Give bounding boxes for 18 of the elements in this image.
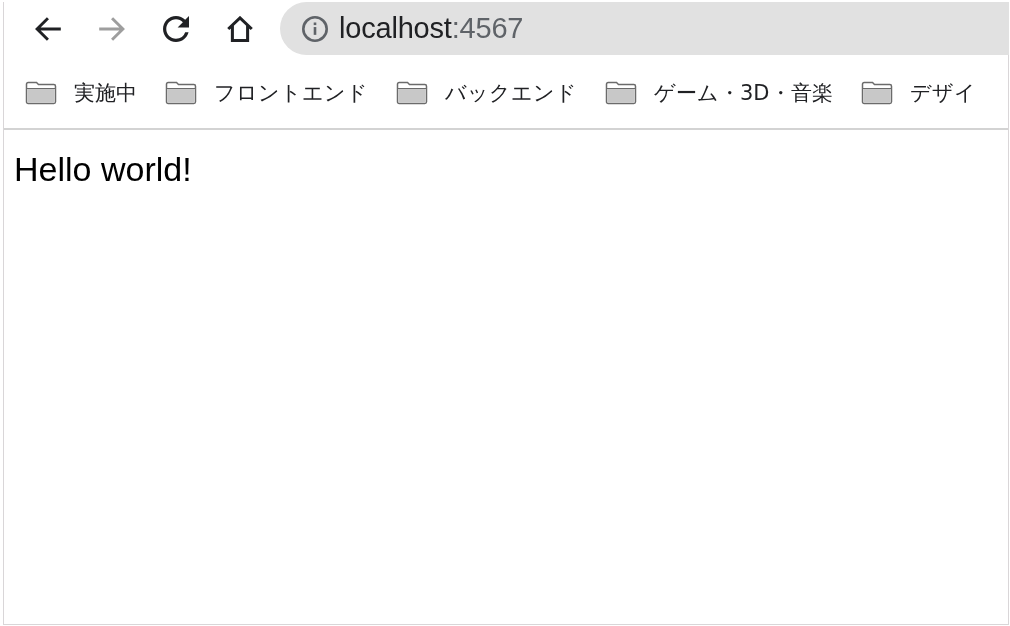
url-text: localhost:4567 xyxy=(339,12,524,45)
arrow-right-icon xyxy=(99,16,125,41)
bookmark-item[interactable]: バックエンド xyxy=(396,78,577,107)
folder-icon xyxy=(25,80,57,105)
folder-icon xyxy=(860,80,893,105)
bookmark-item[interactable]: デザイ xyxy=(860,78,976,107)
info-icon xyxy=(302,15,328,42)
folder-icon xyxy=(165,80,197,105)
arrow-left-icon xyxy=(35,16,61,41)
folder-icon xyxy=(396,80,428,105)
bookmark-item[interactable]: ゲーム・3D・音楽 xyxy=(605,78,833,107)
page-text: Hello world! xyxy=(14,150,192,189)
folder-icon xyxy=(605,80,637,105)
bookmark-item[interactable]: フロントエンド xyxy=(165,78,368,107)
reload-icon xyxy=(163,15,189,42)
home-icon xyxy=(227,15,253,42)
address-bar[interactable]: localhost:4567 xyxy=(280,2,1009,55)
bookmark-item[interactable]: 実施中 xyxy=(25,78,137,107)
